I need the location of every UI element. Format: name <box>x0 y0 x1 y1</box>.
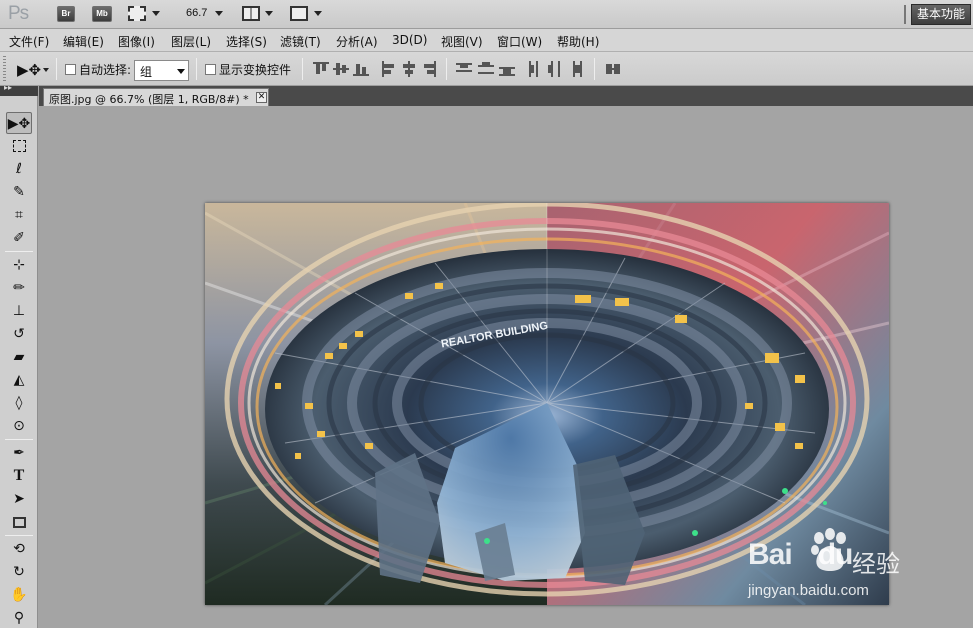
clone-stamp-icon[interactable]: ⊥ <box>6 300 32 322</box>
screen-mode-icon[interactable] <box>290 6 308 21</box>
3d-orbit-icon[interactable]: ↻ <box>6 561 32 583</box>
distribute-vertical-centers-icon[interactable] <box>478 61 494 77</box>
arrange-documents-icon[interactable] <box>242 6 260 21</box>
align-vertical-centers-icon[interactable] <box>333 61 349 77</box>
photoshop-logo: Ps <box>8 3 29 24</box>
auto-align-layers-icon[interactable] <box>605 61 621 77</box>
tool-preset-dropdown-icon[interactable] <box>43 68 49 72</box>
rectangle-shape-icon[interactable] <box>6 511 32 533</box>
divider <box>5 251 33 252</box>
tools-panel: ▸▸ ▶✥ ℓ ✎ ⌗ ✐ ⊹ ✏ ⊥ ↺ ▰ ◭ ◊ ⊙ ✒ T ➤ ⟲ ↻ … <box>0 83 38 628</box>
options-grip[interactable] <box>3 56 6 82</box>
menu-file[interactable]: 文件(F) <box>9 33 49 50</box>
menu-layer[interactable]: 图层(L) <box>171 33 211 50</box>
align-right-edges-icon[interactable] <box>421 61 437 77</box>
align-horizontal-centers-icon[interactable] <box>401 61 417 77</box>
tools-panel-header[interactable]: ▸▸ <box>0 83 38 96</box>
spot-healing-brush-icon[interactable]: ⊹ <box>6 254 32 276</box>
watermark-brand-cn: 经验 <box>852 550 900 578</box>
eraser-icon[interactable]: ▰ <box>6 346 32 368</box>
menu-bar: 文件(F) 编辑(E) 图像(I) 图层(L) 选择(S) 滤镜(T) 分析(A… <box>0 29 973 52</box>
align-top-edges-icon[interactable] <box>313 61 329 77</box>
menu-view[interactable]: 视图(V) <box>441 33 483 50</box>
collapse-icon[interactable]: ▸▸ <box>4 83 12 92</box>
move-tool-icon[interactable]: ▶✥ <box>6 112 32 134</box>
show-transform-controls-checkbox[interactable] <box>205 64 216 75</box>
distribute-right-edges-icon[interactable] <box>567 61 583 77</box>
brush-icon[interactable]: ✏ <box>6 277 32 299</box>
menu-analysis[interactable]: 分析(A) <box>336 33 378 50</box>
zoom-icon[interactable]: ⚲ <box>6 607 32 628</box>
align-left-edges-icon[interactable] <box>381 61 397 77</box>
type-icon[interactable]: T <box>6 465 32 487</box>
divider <box>594 58 595 80</box>
auto-select-label: 自动选择: <box>79 63 132 77</box>
menu-help[interactable]: 帮助(H) <box>557 33 599 50</box>
paint-bucket-icon[interactable]: ◭ <box>6 369 32 391</box>
blur-icon[interactable]: ◊ <box>6 392 32 414</box>
menu-select[interactable]: 选择(S) <box>226 33 267 50</box>
divider <box>5 439 33 440</box>
pen-icon[interactable]: ✒ <box>6 442 32 464</box>
auto-select-checkbox[interactable] <box>65 64 76 75</box>
zoom-level[interactable]: 66.7 <box>186 7 207 19</box>
menu-filter[interactable]: 滤镜(T) <box>280 33 321 50</box>
distribute-bottom-edges-icon[interactable] <box>499 61 515 77</box>
chevron-down-icon <box>177 69 185 74</box>
watermark-url: jingyan.baidu.com <box>748 582 869 599</box>
history-brush-icon[interactable]: ↺ <box>6 323 32 345</box>
document-tab[interactable]: 原图.jpg @ 66.7% (图层 1, RGB/8#) * ✕ <box>43 88 269 106</box>
auto-select-target-dropdown[interactable]: 组 <box>134 60 189 81</box>
baidu-watermark: Baidu 经验 jingyan.baidu.com <box>744 524 954 604</box>
divider <box>446 58 447 80</box>
tool-options-bar: ▶✥ 自动选择: 组 显示变换控件 <box>0 52 973 86</box>
divider <box>5 535 33 536</box>
distribute-left-edges-icon[interactable] <box>527 61 543 77</box>
document-tab-strip: 原图.jpg @ 66.7% (图层 1, RGB/8#) * ✕ <box>39 86 973 106</box>
divider <box>196 58 197 80</box>
eyedropper-icon[interactable]: ✐ <box>6 227 32 249</box>
rectangular-marquee-icon[interactable] <box>6 135 32 157</box>
distribute-top-edges-icon[interactable] <box>456 61 472 77</box>
align-bottom-edges-icon[interactable] <box>353 61 369 77</box>
menu-window[interactable]: 窗口(W) <box>497 33 542 50</box>
zoom-dropdown-icon[interactable] <box>215 11 223 16</box>
divider <box>302 58 303 80</box>
arrange-dropdown-icon[interactable] <box>265 11 273 16</box>
baidu-paw-logo <box>811 528 846 571</box>
divider <box>56 58 57 80</box>
menu-image[interactable]: 图像(I) <box>118 33 155 50</box>
hand-icon[interactable]: ✋ <box>6 584 32 606</box>
show-transform-controls-label: 显示变换控件 <box>219 63 292 77</box>
path-selection-icon[interactable]: ➤ <box>6 488 32 510</box>
distribute-horizontal-centers-icon[interactable] <box>547 61 563 77</box>
divider <box>904 5 906 24</box>
menu-3d[interactable]: 3D(D) <box>392 33 427 47</box>
quick-selection-icon[interactable]: ✎ <box>6 181 32 203</box>
menu-edit[interactable]: 编辑(E) <box>63 33 104 50</box>
auto-select-target-value: 组 <box>140 65 153 79</box>
bridge-button[interactable]: Br <box>57 6 75 22</box>
workspace-switcher-button[interactable]: 基本功能 <box>911 4 971 25</box>
dodge-icon[interactable]: ⊙ <box>6 415 32 437</box>
view-extras-icon[interactable] <box>128 6 146 21</box>
screen-mode-dropdown-icon[interactable] <box>314 11 322 16</box>
3d-rotate-icon[interactable]: ⟲ <box>6 538 32 560</box>
move-tool-preset-icon[interactable]: ▶✥ <box>17 61 41 79</box>
crop-icon[interactable]: ⌗ <box>6 204 32 226</box>
view-extras-dropdown-icon[interactable] <box>152 11 160 16</box>
mini-bridge-button[interactable]: Mb <box>92 6 112 22</box>
lasso-icon[interactable]: ℓ <box>6 158 32 180</box>
close-icon[interactable]: ✕ <box>256 92 267 103</box>
application-bar: Ps Br Mb 66.7 基本功能 <box>0 0 973 29</box>
document-tab-title: 原图.jpg @ 66.7% (图层 1, RGB/8#) * <box>49 93 249 106</box>
